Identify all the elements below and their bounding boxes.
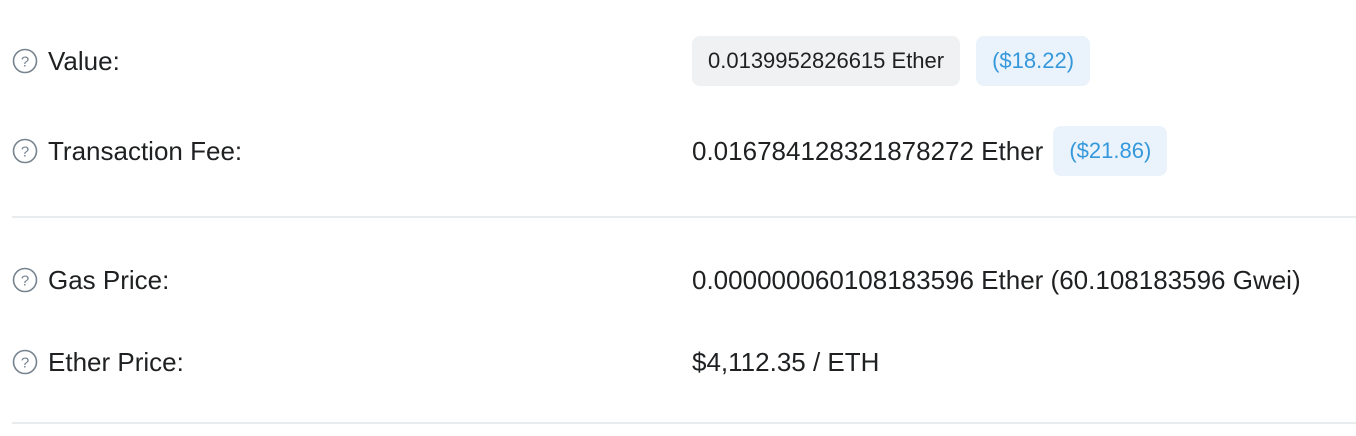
fee-amount: 0.016784128321878272 Ether	[692, 135, 1044, 166]
ether-price-label: Ether Price:	[48, 346, 184, 377]
ether-price-amount-group: $4,112.35 / ETH	[692, 342, 879, 382]
gas-price-amount: 0.000000060108183596 Ether (60.108183596…	[692, 264, 1301, 295]
value-amount: 0.0139952826615 Ether	[708, 48, 945, 73]
svg-text:?: ?	[21, 54, 29, 71]
ether-price-label-group: ? Ether Price:	[12, 342, 184, 382]
transaction-fee-row: ? Transaction Fee: 0.016784128321878272 …	[0, 126, 1356, 176]
fee-usd-badge[interactable]: ($21.86)	[1053, 126, 1168, 176]
ether-price-row: ? Ether Price: $4,112.35 / ETH	[0, 342, 1356, 382]
value-amount-group: 0.0139952826615 Ether ($18.22)	[692, 36, 1091, 86]
transaction-details-panel: ? Value: 0.0139952826615 Ether ($18.22) …	[0, 0, 1356, 436]
svg-text:?: ?	[21, 273, 29, 290]
value-usd-badge[interactable]: ($18.22)	[976, 36, 1091, 86]
gas-price-row: ? Gas Price: 0.000000060108183596 Ether …	[0, 260, 1356, 300]
question-circle-icon[interactable]: ?	[12, 48, 38, 74]
question-circle-icon[interactable]: ?	[12, 138, 38, 164]
ether-price-amount: $4,112.35 / ETH	[692, 346, 880, 377]
value-label-group: ? Value:	[12, 41, 120, 81]
fee-amount-group: 0.016784128321878272 Ether ($21.86)	[692, 126, 1168, 176]
fee-label: Transaction Fee:	[48, 135, 243, 166]
section-divider	[12, 422, 1356, 424]
svg-text:?: ?	[21, 144, 29, 161]
gas-price-label-group: ? Gas Price:	[12, 260, 169, 300]
gas-price-label: Gas Price:	[48, 264, 170, 295]
fee-label-group: ? Transaction Fee:	[12, 131, 242, 171]
value-label: Value:	[48, 45, 120, 76]
value-amount-badge: 0.0139952826615 Ether	[692, 36, 961, 86]
svg-text:?: ?	[21, 355, 29, 372]
gas-price-amount-group: 0.000000060108183596 Ether (60.108183596…	[692, 260, 1301, 300]
question-circle-icon[interactable]: ?	[12, 349, 38, 375]
value-row: ? Value: 0.0139952826615 Ether ($18.22)	[0, 36, 1356, 86]
question-circle-icon[interactable]: ?	[12, 267, 38, 293]
section-divider	[12, 216, 1356, 218]
